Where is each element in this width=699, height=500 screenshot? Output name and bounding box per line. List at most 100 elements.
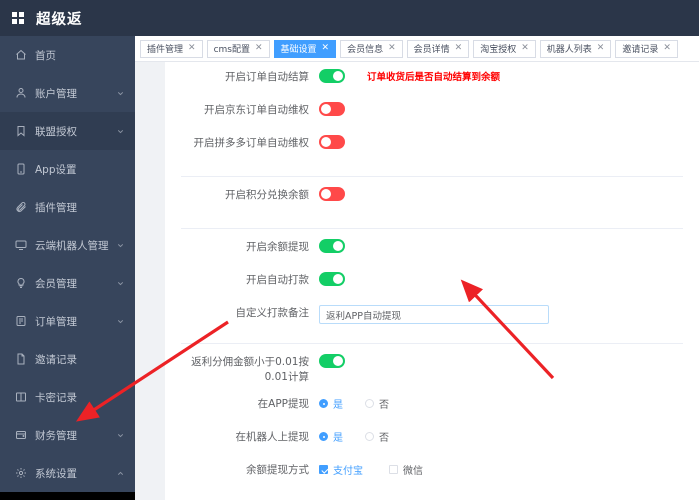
radio-withdraw-on-robot-no[interactable]: 否 (365, 429, 389, 444)
checkbox-alipay[interactable]: 支付宝 (319, 462, 363, 477)
tab-label: 机器人列表 (546, 45, 592, 55)
sidebar-item-4[interactable]: 插件管理 (0, 188, 135, 226)
tab-close-icon[interactable]: ✕ (188, 44, 196, 53)
file-icon (14, 353, 27, 366)
tab-1[interactable]: cms配置 ✕ (206, 39, 270, 58)
row-label: 自定义打款备注 (235, 307, 310, 319)
sidebar-item-9[interactable]: 卡密记录 (0, 378, 135, 416)
sidebar-item-label: 卡密记录 (35, 391, 77, 404)
tab-0[interactable]: 插件管理 ✕ (140, 39, 203, 58)
toggle-points-exchange[interactable] (319, 187, 345, 201)
radio-dot (319, 432, 328, 441)
sidebar-item-label: 插件管理 (35, 201, 77, 214)
sidebar-item-label: 邀请记录 (35, 353, 77, 366)
form-row-withdraw-on-robot: 在机器人上提现 是 否 (165, 428, 699, 461)
sidebar-item-2[interactable]: 联盟授权 (0, 112, 135, 150)
tab-5[interactable]: 淘宝授权 ✕ (473, 39, 536, 58)
toggle-order-auto-settle[interactable] (319, 69, 345, 83)
tab-6[interactable]: 机器人列表 ✕ (539, 39, 612, 58)
sidebar-item-label: App设置 (35, 163, 77, 176)
divider-3 (181, 343, 683, 344)
tab-close-icon[interactable]: ✕ (455, 44, 463, 53)
sidebar-item-label: 会员管理 (35, 277, 77, 290)
radio-withdraw-in-app-no[interactable]: 否 (365, 396, 389, 411)
payout-remark-input[interactable] (319, 305, 549, 324)
toggle-min-commission[interactable] (319, 354, 345, 368)
sidebar-item-label: 账户管理 (35, 87, 77, 100)
sidebar-item-3[interactable]: App设置 (0, 150, 135, 188)
min-commission-label-line2: 0.01计算 (264, 371, 309, 383)
tab-close-icon[interactable]: ✕ (322, 44, 330, 53)
form-row-jd-auto-rights: 开启京东订单自动维权 (165, 101, 699, 134)
chevron-down-icon (116, 317, 125, 326)
gear-icon (14, 467, 27, 480)
chevron-down-icon (116, 127, 125, 136)
form-row-min-commission: 返利分佣金额小于0.01按 0.01计算 (165, 353, 699, 395)
radio-dot (319, 399, 328, 408)
min-commission-label-line1: 返利分佣金额小于0.01按 (191, 356, 309, 368)
divider-2 (181, 228, 683, 229)
tab-label: cms配置 (213, 45, 250, 55)
tab-2[interactable]: 基础设置 ✕ (273, 39, 337, 58)
radio-withdraw-on-robot-yes[interactable]: 是 (319, 429, 343, 444)
form-row-order-auto-settle: 开启订单自动结算 订单收货后是否自动结算到余额 (165, 68, 699, 101)
radio-dot (365, 399, 374, 408)
sidebar-item-11[interactable]: 系统设置 (0, 454, 135, 492)
sidebar-item-10[interactable]: 财务管理 (0, 416, 135, 454)
toggle-auto-payout[interactable] (319, 272, 345, 286)
tab-4[interactable]: 会员详情 ✕ (406, 39, 470, 58)
checkbox-wechat[interactable]: 微信 (389, 462, 423, 477)
tab-close-icon[interactable]: ✕ (521, 44, 529, 53)
wallet-icon (14, 429, 27, 442)
tab-close-icon[interactable]: ✕ (255, 44, 263, 53)
radio-group-withdraw-in-app: 是 否 (319, 396, 411, 411)
sidebar-item-0[interactable]: 首页 (0, 36, 135, 74)
order-auto-settle-hint: 订单收货后是否自动结算到余额 (367, 72, 501, 83)
form-actions: 保存 (165, 494, 699, 500)
sidebar-item-7[interactable]: 订单管理 (0, 302, 135, 340)
sidebar-item-1[interactable]: 账户管理 (0, 74, 135, 112)
row-label: 开启自动打款 (246, 274, 309, 286)
bulb-icon (14, 277, 27, 290)
sidebar-item-8[interactable]: 邀请记录 (0, 340, 135, 378)
tab-close-icon[interactable]: ✕ (663, 44, 671, 53)
sidebar-item-label: 系统设置 (35, 467, 77, 480)
toggle-pdd-auto-rights[interactable] (319, 135, 345, 149)
tab-label: 插件管理 (147, 45, 184, 55)
radio-withdraw-in-app-yes[interactable]: 是 (319, 396, 343, 411)
tab-close-icon[interactable]: ✕ (597, 44, 605, 53)
grid-menu-icon[interactable] (12, 12, 24, 24)
row-label: 余额提现方式 (246, 464, 309, 476)
form-row-withdraw-method: 余额提现方式 支付宝 微信 (165, 461, 699, 494)
brand-area: 超级返 (0, 8, 83, 29)
mobile-icon (14, 163, 27, 176)
sidebar-item-label: 首页 (35, 49, 56, 62)
brand-title: 超级返 (36, 11, 83, 28)
toggle-jd-auto-rights[interactable] (319, 102, 345, 116)
plugin-icon (14, 201, 27, 214)
row-label: 开启积分兑换余额 (225, 189, 309, 201)
checkbox-label: 支付宝 (333, 466, 363, 477)
sidebar-item-label: 订单管理 (35, 315, 77, 328)
tab-3[interactable]: 会员信息 ✕ (340, 39, 403, 58)
tab-bar: 插件管理 ✕ cms配置 ✕ 基础设置 ✕ 会员信息 ✕ 会员详情 ✕ 淘宝授权 ✕ 机器人列表 ✕ 邀请记… (135, 36, 699, 62)
sidebar-subitem-0[interactable]: 基础设置 (0, 492, 135, 500)
divider-1 (181, 176, 683, 177)
sidebar-item-5[interactable]: 云端机器人管理 (0, 226, 135, 264)
sidebar-item-label: 联盟授权 (35, 125, 77, 138)
sidebar-item-label: 财务管理 (35, 429, 77, 442)
row-label: 开启余额提现 (246, 241, 309, 253)
toggle-balance-withdraw[interactable] (319, 239, 345, 253)
sidebar-item-6[interactable]: 会员管理 (0, 264, 135, 302)
order-icon (14, 315, 27, 328)
chevron-down-icon (116, 241, 125, 250)
row-label: 开启拼多多订单自动维权 (193, 137, 310, 149)
monitor-icon (14, 239, 27, 252)
sidebar: 首页账户管理联盟授权 App设置插件管理云端机器人管理会员管理订单管理邀请记录卡密… (0, 36, 135, 500)
radio-label: 是 (333, 433, 343, 444)
tab-close-icon[interactable]: ✕ (388, 44, 396, 53)
top-header-bar: 超级返 (0, 0, 699, 36)
tab-7[interactable]: 邀请记录 ✕ (615, 39, 678, 58)
form-row-auto-payout: 开启自动打款 (165, 271, 699, 304)
radio-label: 是 (333, 400, 343, 411)
